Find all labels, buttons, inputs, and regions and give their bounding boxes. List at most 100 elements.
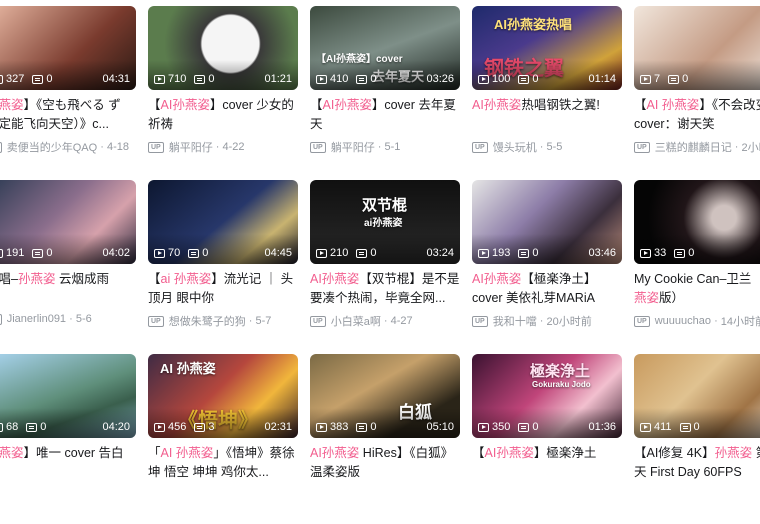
upload-date: 4-22 (222, 141, 245, 153)
video-title[interactable]: My Cookie Can–卫兰（孙燕姿版） (634, 270, 760, 308)
author-name[interactable]: 卖便当的少年QAQ (7, 139, 97, 155)
title-keyword: AI孙燕姿 (310, 272, 360, 286)
author-name[interactable]: 馒头玩机 (493, 139, 537, 155)
video-duration: 03:26 (426, 73, 454, 85)
author-name[interactable]: 躺平阳仔 (331, 139, 375, 155)
play-count: 191 (6, 247, 25, 259)
up-icon: UP (0, 141, 2, 153)
video-card[interactable]: 68 0 04:20 孙燕姿】唯一 cover 告白 (0, 354, 136, 524)
play-count: 410 (330, 73, 349, 85)
title-keyword: AI 孙燕姿 (160, 446, 214, 460)
title-prefix: 【 (148, 272, 161, 286)
video-card[interactable]: 191 0 04:02 翻唱–孙燕姿 云烟成雨 UP Jianerlin091 … (0, 180, 136, 350)
video-card[interactable]: AI孙燕姿热唱钢铁之翼 100 0 01:14 AI孙燕姿热唱钢铁之翼! UP … (472, 6, 622, 176)
video-meta: UP 卖便当的少年QAQ · 4-18 (0, 139, 136, 155)
video-thumbnail[interactable]: 68 0 04:20 (0, 354, 136, 438)
video-stats: 210 0 03:24 (316, 246, 454, 260)
video-duration: 05:10 (426, 421, 454, 433)
video-card[interactable]: 33 0 03 My Cookie Can–卫兰（孙燕姿版） UP wuuuuc… (634, 180, 760, 350)
video-card[interactable]: 327 0 04:31 孙燕姿】《空も飛べる ず（定能飞向天空）》c... UP… (0, 6, 136, 176)
danmaku-count: 0 (532, 421, 539, 433)
up-icon: UP (310, 315, 326, 327)
video-title[interactable]: 翻唱–孙燕姿 云烟成雨 (0, 270, 136, 308)
video-card[interactable]: 【AI孙燕姿】cover去年夏天 410 0 03:26 【AI孙燕姿】cove… (310, 6, 460, 176)
title-keyword: 孙燕姿 (0, 446, 24, 460)
upload-date: 14小时前 (720, 316, 760, 328)
author-name[interactable]: Jianerlin091 (7, 313, 66, 325)
author-name[interactable]: 三糕的麒麟日记 (655, 139, 732, 155)
author-name[interactable]: wuuuuchao (655, 315, 711, 327)
video-title[interactable]: AI孙燕姿 HiRes】《白狐》 温柔姿版 (310, 444, 460, 482)
up-icon: UP (0, 313, 2, 325)
title-keyword: AI 孙燕姿 (646, 98, 700, 112)
video-thumbnail[interactable]: 710 0 01:21 (148, 6, 298, 90)
video-title[interactable]: 【AI孙燕姿】cover 少女的祈祷 (148, 96, 298, 134)
video-stats: 383 0 05:10 (316, 420, 454, 434)
title-keyword: ai 孙燕姿 (160, 272, 212, 286)
video-thumbnail[interactable]: AI孙燕姿热唱钢铁之翼 100 0 01:14 (472, 6, 622, 90)
danmaku-count: 0 (682, 73, 689, 85)
upload-date: 5-7 (255, 315, 272, 327)
video-thumbnail[interactable]: 191 0 04:02 (0, 180, 136, 264)
video-thumbnail[interactable]: 193 0 03:46 (472, 180, 622, 264)
danmaku-count: 0 (688, 247, 695, 259)
video-card[interactable]: AI 孙燕姿《悟坤》 456 3 02:31 「AI 孙燕姿」《悟坤》蔡徐坤 悟… (148, 354, 298, 524)
thumbnail-caption: Gokuraku Jodo (532, 380, 591, 389)
play-count-icon (640, 248, 651, 258)
video-thumbnail[interactable]: 7 0 (634, 6, 760, 90)
video-title[interactable]: AI孙燕姿热唱钢铁之翼! (472, 96, 622, 134)
author-name[interactable]: 我和十噹 (493, 313, 537, 329)
play-count: 350 (492, 421, 511, 433)
upload-date: 5-6 (75, 313, 92, 325)
video-title[interactable]: AI孙燕姿【極楽浄土】cover 美依礼芽MARiA (472, 270, 622, 308)
video-card[interactable]: 白狐 383 0 05:10 AI孙燕姿 HiRes】《白狐》 温柔姿版 (310, 354, 460, 524)
video-title[interactable]: 【ai 孙燕姿】流光记 ｜ 头顶月 眼中你 (148, 270, 298, 308)
video-title[interactable]: 孙燕姿】《空も飛べる ず（定能飞向天空）》c... (0, 96, 136, 134)
video-title[interactable]: AI孙燕姿【双节棍】是不是要凑个热闹，毕竟全网... (310, 270, 460, 308)
video-thumbnail[interactable]: 【AI孙燕姿】cover去年夏天 410 0 03:26 (310, 6, 460, 90)
author-name[interactable]: 小白菜a啊 (331, 313, 381, 329)
video-card[interactable]: 7 0 【AI 孙燕姿】《不会改变》 cover：谢天笑 UP 三糕的麒麟日记 … (634, 6, 760, 176)
danmaku-icon (32, 74, 44, 84)
author-name[interactable]: 想做朱鹭子的狗 (169, 313, 246, 329)
title-prefix: 【 (148, 98, 161, 112)
video-thumbnail[interactable]: 白狐 383 0 05:10 (310, 354, 460, 438)
play-count: 710 (168, 73, 187, 85)
video-title[interactable]: 「AI 孙燕姿」《悟坤》蔡徐坤 悟空 坤坤 鸡你太... (148, 444, 298, 482)
video-stats: 410 0 03:26 (316, 72, 454, 86)
video-thumbnail[interactable]: AI 孙燕姿《悟坤》 456 3 02:31 (148, 354, 298, 438)
video-duration: 04:20 (102, 421, 130, 433)
video-title[interactable]: 【AI修复 4K】孙燕姿 第一天 First Day 60FPS (634, 444, 760, 482)
up-icon: UP (472, 315, 488, 327)
video-stats: 100 0 01:14 (478, 72, 616, 86)
title-keyword: AI孙燕姿 (472, 98, 522, 112)
video-title[interactable]: 孙燕姿】唯一 cover 告白 (0, 444, 136, 482)
video-card[interactable]: 70 0 04:45 【ai 孙燕姿】流光记 ｜ 头顶月 眼中你 UP 想做朱鹭… (148, 180, 298, 350)
video-thumbnail[interactable]: 双节棍 ai孙燕姿 210 0 03:24 (310, 180, 460, 264)
danmaku-icon (194, 422, 206, 432)
video-card[interactable]: 411 0 【AI修复 4K】孙燕姿 第一天 First Day 60FPS (634, 354, 760, 524)
video-card[interactable]: 双节棍 ai孙燕姿 210 0 03:24 AI孙燕姿【双节棍】是不是要凑个热闹，… (310, 180, 460, 350)
play-count: 383 (330, 421, 349, 433)
video-thumbnail[interactable]: 極楽浄土 Gokuraku Jodo 350 0 01:36 (472, 354, 622, 438)
video-title[interactable]: 【AI孙燕姿】cover 去年夏天 (310, 96, 460, 134)
video-thumbnail[interactable]: 70 0 04:45 (148, 180, 298, 264)
video-title[interactable]: 【AI孙燕姿】極楽浄土 (472, 444, 622, 482)
video-meta: UP 躺平阳仔 · 5-1 (310, 139, 460, 155)
video-thumbnail[interactable]: 327 0 04:31 (0, 6, 136, 90)
video-card[interactable]: 極楽浄土 Gokuraku Jodo 350 0 01:36 【AI孙燕姿】極楽浄… (472, 354, 622, 524)
video-thumbnail[interactable]: 411 0 (634, 354, 760, 438)
video-grid: 327 0 04:31 孙燕姿】《空も飛べる ず（定能飞向天空）》c... UP… (0, 0, 760, 479)
video-card[interactable]: 193 0 03:46 AI孙燕姿【極楽浄土】cover 美依礼芽MARiA U… (472, 180, 622, 350)
play-count: 456 (168, 421, 187, 433)
author-name[interactable]: 躺平阳仔 (169, 139, 213, 155)
video-title[interactable]: 【AI 孙燕姿】《不会改变》 cover：谢天笑 (634, 96, 760, 134)
video-meta: UP 三糕的麒麟日记 · 2小时 (634, 139, 760, 155)
danmaku-icon (679, 422, 691, 432)
meta-separator: · (536, 141, 547, 153)
video-thumbnail[interactable]: 33 0 03 (634, 180, 760, 264)
video-card[interactable]: 710 0 01:21 【AI孙燕姿】cover 少女的祈祷 UP 躺平阳仔 ·… (148, 6, 298, 176)
title-prefix: 【AI修复 4K】 (634, 446, 715, 460)
play-count-icon (0, 74, 3, 84)
up-icon: UP (634, 315, 650, 327)
